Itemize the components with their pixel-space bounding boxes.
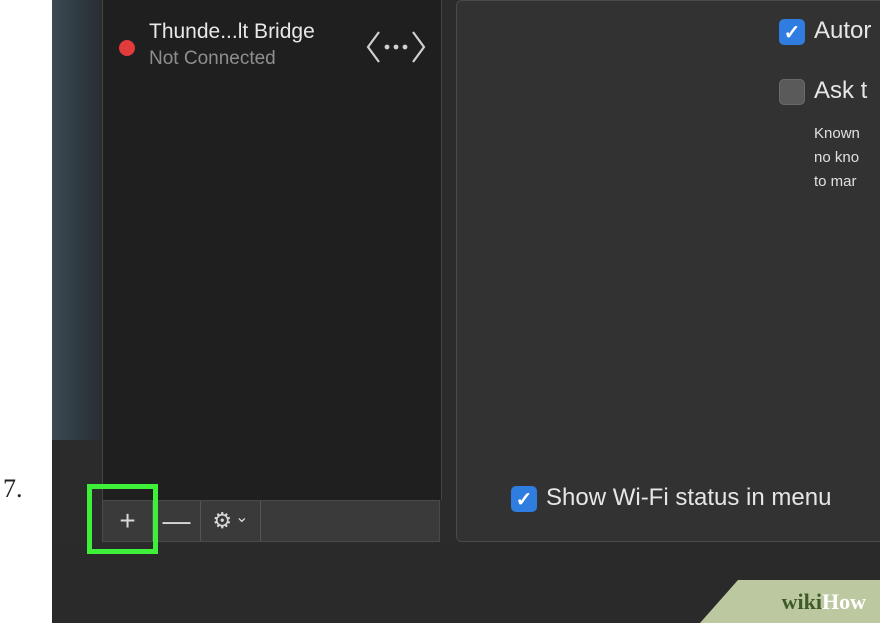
gear-icon: ⚙ [212, 508, 233, 533]
watermark-how: How [822, 588, 866, 614]
chevron-down-icon: ⌄ [235, 509, 249, 526]
service-status: Not Connected [149, 48, 276, 69]
auto-join-label: Autor [814, 17, 872, 44]
show-wifi-status-label: Show Wi-Fi status in menu [546, 484, 832, 511]
service-item-thunderbolt-bridge[interactable]: Thunde...lt Bridge Not Connected [103, 8, 441, 72]
watermark-wiki: wiki [781, 588, 822, 614]
service-name: Thunde...lt Bridge [149, 20, 315, 43]
show-wifi-status-checkbox[interactable]: ✓ [511, 486, 537, 512]
ask-to-join-label: Ask t [814, 77, 868, 104]
description-line-3: to mar [814, 173, 857, 190]
service-list: Thunde...lt Bridge Not Connected [102, 0, 442, 500]
network-preferences-window: Thunde...lt Bridge Not Connected + — ⚙ ⌄ [52, 0, 880, 623]
bridge-icon [365, 26, 427, 68]
status-dot-icon [119, 40, 135, 56]
step-number: 7. [3, 474, 23, 503]
ask-to-join-checkbox[interactable] [779, 79, 805, 105]
add-button-highlight [87, 484, 158, 554]
background-strip [52, 0, 100, 440]
auto-join-checkbox[interactable]: ✓ [779, 19, 805, 45]
action-menu-button[interactable]: ⚙ ⌄ [201, 501, 261, 541]
description-line-2: no kno [814, 149, 860, 166]
description-line-1: Known [814, 125, 860, 142]
remove-service-button[interactable]: — [153, 501, 201, 541]
